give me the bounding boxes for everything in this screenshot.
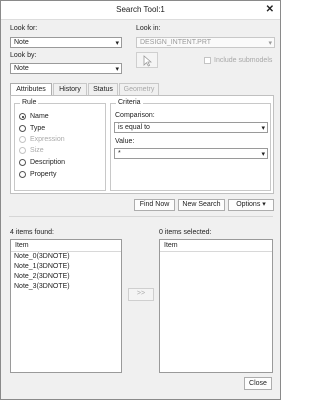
section-divider: [9, 216, 273, 217]
criteria-group: Criteria Comparison: is equal to ▾ Value…: [110, 99, 271, 191]
comparison-dropdown[interactable]: is equal to ▾: [114, 122, 268, 133]
tab-geometry[interactable]: Geometry: [119, 83, 159, 95]
value-field: *: [118, 150, 121, 157]
found-items-list[interactable]: Item Note_0(3DNOTE) Note_1(3DNOTE) Note_…: [10, 239, 122, 373]
transfer-button[interactable]: >>: [128, 288, 154, 301]
chevron-down-icon: ▾: [262, 201, 266, 208]
selected-list-header[interactable]: Item: [160, 240, 272, 252]
look-by-label: Look by:: [10, 52, 37, 59]
comparison-value: is equal to: [118, 124, 150, 131]
chevron-down-icon: ▾: [261, 151, 265, 158]
rule-description-radio[interactable]: [19, 159, 26, 166]
rule-type-label: Type: [30, 125, 46, 132]
cursor-arrow-icon: [143, 55, 152, 67]
find-now-button[interactable]: Find Now: [134, 199, 175, 211]
tab-status[interactable]: Status: [88, 83, 118, 95]
rule-size-radio[interactable]: [19, 147, 26, 154]
window-title: Search Tool:1: [116, 5, 165, 14]
rule-expression-label: Expression: [30, 136, 65, 143]
include-submodels-checkbox[interactable]: [204, 57, 211, 64]
title-bar: Search Tool:1 ✕: [1, 1, 280, 20]
rule-name-radio[interactable]: [19, 113, 26, 120]
tab-history[interactable]: History: [53, 83, 87, 95]
list-item[interactable]: Note_0(3DNOTE): [14, 253, 70, 260]
criteria-title: Criteria: [116, 99, 143, 106]
attributes-panel: Rule Name Type Expression Size Descripti…: [10, 95, 274, 194]
selected-header-label: Item: [164, 242, 178, 249]
include-submodels-label: Include submodels: [214, 57, 273, 64]
rule-description-label: Description: [30, 159, 66, 166]
rule-group: Rule Name Type Expression Size Descripti…: [14, 99, 106, 191]
rule-title: Rule: [20, 99, 39, 106]
look-by-dropdown[interactable]: Note ▾: [10, 63, 122, 74]
rule-type-radio[interactable]: [19, 125, 26, 132]
look-for-value: Note: [14, 39, 29, 46]
found-header-label: Item: [15, 242, 29, 249]
selected-items-list[interactable]: Item: [159, 239, 273, 373]
items-selected-label: 0 items selected:: [159, 229, 212, 236]
rule-property-radio[interactable]: [19, 171, 26, 178]
look-for-label: Look for:: [10, 25, 38, 32]
options-label: Options: [236, 201, 261, 208]
rule-property-label: Property: [30, 171, 57, 178]
items-found-label: 4 items found:: [10, 229, 54, 236]
rule-size-label: Size: [30, 147, 44, 154]
found-list-header[interactable]: Item: [11, 240, 121, 252]
look-in-dropdown[interactable]: DESIGN_INTENT.PRT ▾: [136, 37, 275, 48]
chevron-down-icon: ▾: [115, 66, 119, 73]
comparison-label: Comparison:: [115, 112, 155, 119]
options-button[interactable]: Options ▾: [228, 199, 274, 211]
select-in-graphics-button[interactable]: [136, 52, 158, 68]
look-in-value: DESIGN_INTENT.PRT: [140, 39, 212, 46]
look-for-dropdown[interactable]: Note ▾: [10, 37, 122, 48]
chevron-down-icon: ▾: [261, 125, 265, 132]
close-icon[interactable]: ✕: [266, 4, 274, 15]
value-label: Value:: [115, 138, 135, 145]
search-tool-window: Search Tool:1 ✕ Look for: Note ▾ Look in…: [0, 0, 281, 400]
look-by-value: Note: [14, 65, 29, 72]
look-in-label: Look in:: [136, 25, 161, 32]
rule-name-label: Name: [30, 113, 49, 120]
value-dropdown[interactable]: * ▾: [114, 148, 268, 159]
close-button[interactable]: Close: [244, 377, 272, 390]
list-item[interactable]: Note_2(3DNOTE): [14, 273, 70, 280]
chevron-down-icon: ▾: [268, 40, 272, 47]
list-item[interactable]: Note_1(3DNOTE): [14, 263, 70, 270]
chevron-down-icon: ▾: [115, 40, 119, 47]
new-search-button[interactable]: New Search: [178, 199, 225, 211]
rule-expression-radio[interactable]: [19, 136, 26, 143]
list-item[interactable]: Note_3(3DNOTE): [14, 283, 70, 290]
